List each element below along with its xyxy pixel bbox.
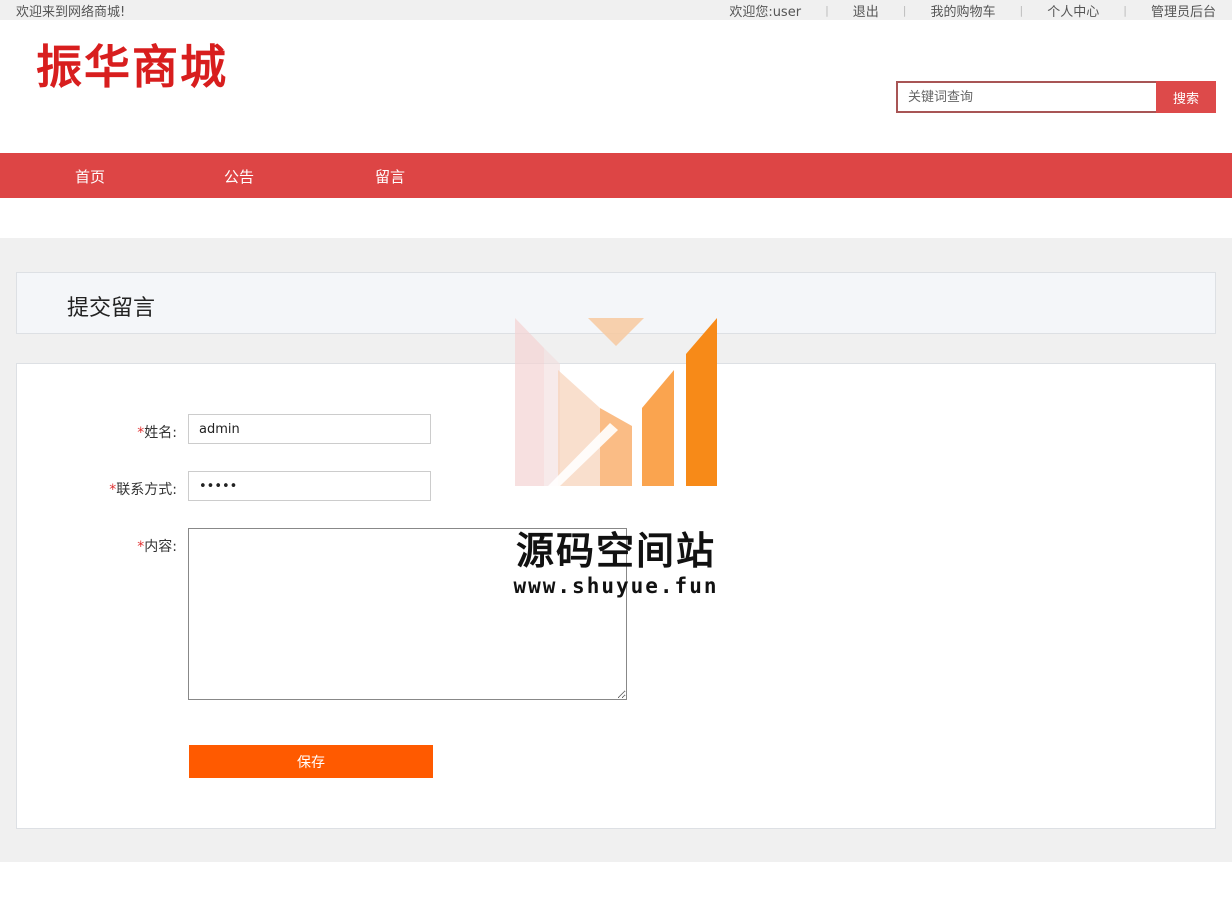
nav-item-messages[interactable]: 留言 bbox=[375, 166, 405, 187]
contact-label-text: 联系方式: bbox=[116, 482, 177, 498]
top-links: 欢迎您:user | 退出 | 我的购物车 | 个人中心 | 管理员后台 bbox=[729, 1, 1216, 20]
page-title: 提交留言 bbox=[67, 296, 156, 321]
content-textarea[interactable] bbox=[188, 528, 627, 700]
search-input[interactable] bbox=[896, 81, 1156, 113]
nav-item-announcements[interactable]: 公告 bbox=[224, 166, 254, 187]
divider: | bbox=[1123, 4, 1127, 17]
cart-link[interactable]: 我的购物车 bbox=[931, 1, 996, 20]
save-button[interactable]: 保存 bbox=[189, 745, 433, 778]
welcome-text: 欢迎来到网络商城! bbox=[16, 5, 126, 20]
admin-link[interactable]: 管理员后台 bbox=[1151, 1, 1216, 20]
divider: | bbox=[902, 4, 907, 17]
name-field[interactable] bbox=[188, 414, 431, 444]
content-label-text: 内容: bbox=[144, 539, 177, 555]
content-label: *内容: bbox=[137, 536, 177, 556]
divider: | bbox=[1019, 4, 1024, 17]
nav-item-home[interactable]: 首页 bbox=[75, 166, 105, 187]
divider: | bbox=[825, 4, 829, 17]
top-bar: 欢迎来到网络商城! 欢迎您:user | 退出 | 我的购物车 | 个人中心 |… bbox=[0, 0, 1232, 20]
contact-field[interactable] bbox=[188, 471, 431, 501]
search-bar: 搜索 bbox=[896, 81, 1216, 113]
main-nav: 首页 公告 留言 bbox=[0, 153, 1232, 198]
site-logo[interactable]: 振华商城 bbox=[36, 38, 228, 96]
name-label-text: 姓名: bbox=[144, 425, 177, 441]
contact-label: *联系方式: bbox=[109, 479, 177, 499]
logout-link[interactable]: 退出 bbox=[853, 1, 879, 20]
profile-link[interactable]: 个人中心 bbox=[1047, 1, 1099, 20]
search-button[interactable]: 搜索 bbox=[1156, 81, 1216, 113]
user-greeting: 欢迎您:user bbox=[729, 5, 802, 20]
message-form: *姓名: *联系方式: *内容: 保存 bbox=[16, 363, 1216, 829]
page-title-box: 提交留言 bbox=[16, 272, 1216, 334]
name-label: *姓名: bbox=[137, 422, 177, 442]
